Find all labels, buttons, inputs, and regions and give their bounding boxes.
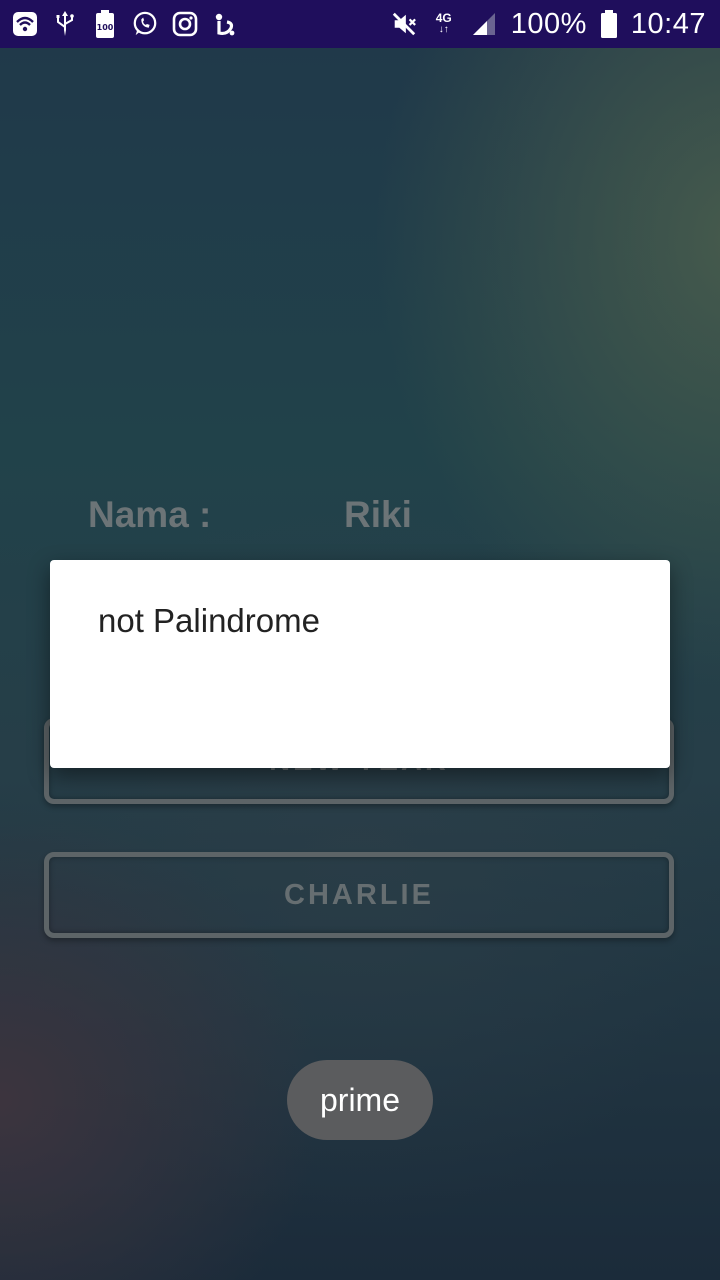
mute-icon — [391, 11, 417, 37]
network-4g-icon: 4G ↓↑ — [431, 11, 457, 37]
signal-icon — [471, 11, 497, 37]
whatsapp-icon — [132, 11, 158, 37]
wifi-icon — [12, 11, 38, 37]
usb-icon — [52, 11, 78, 37]
battery-percent: 100% — [510, 7, 587, 40]
dialog-message: not Palindrome — [98, 602, 320, 639]
battery-small-label: 100 — [97, 23, 114, 32]
status-bar: 100 4G ↓↑ 100% 10:47 — [0, 0, 720, 48]
status-bar-right: 4G ↓↑ 100% 10:47 — [391, 8, 706, 41]
app-notification-icon — [212, 11, 238, 37]
toast-message: prime — [287, 1060, 433, 1140]
clock: 10:47 — [630, 7, 706, 40]
app-screen: 100 4G ↓↑ 100% 10:47 Nama: Riki CHARLIE… — [0, 0, 720, 1280]
network-label: 4G — [435, 11, 452, 25]
data-arrows-icon: ↓↑ — [438, 24, 449, 35]
instagram-icon — [172, 11, 198, 37]
status-bar-left: 100 — [12, 10, 238, 38]
battery-icon — [600, 10, 617, 38]
battery-100-icon: 100 — [92, 10, 118, 38]
palindrome-dialog: not Palindrome — [50, 560, 670, 768]
